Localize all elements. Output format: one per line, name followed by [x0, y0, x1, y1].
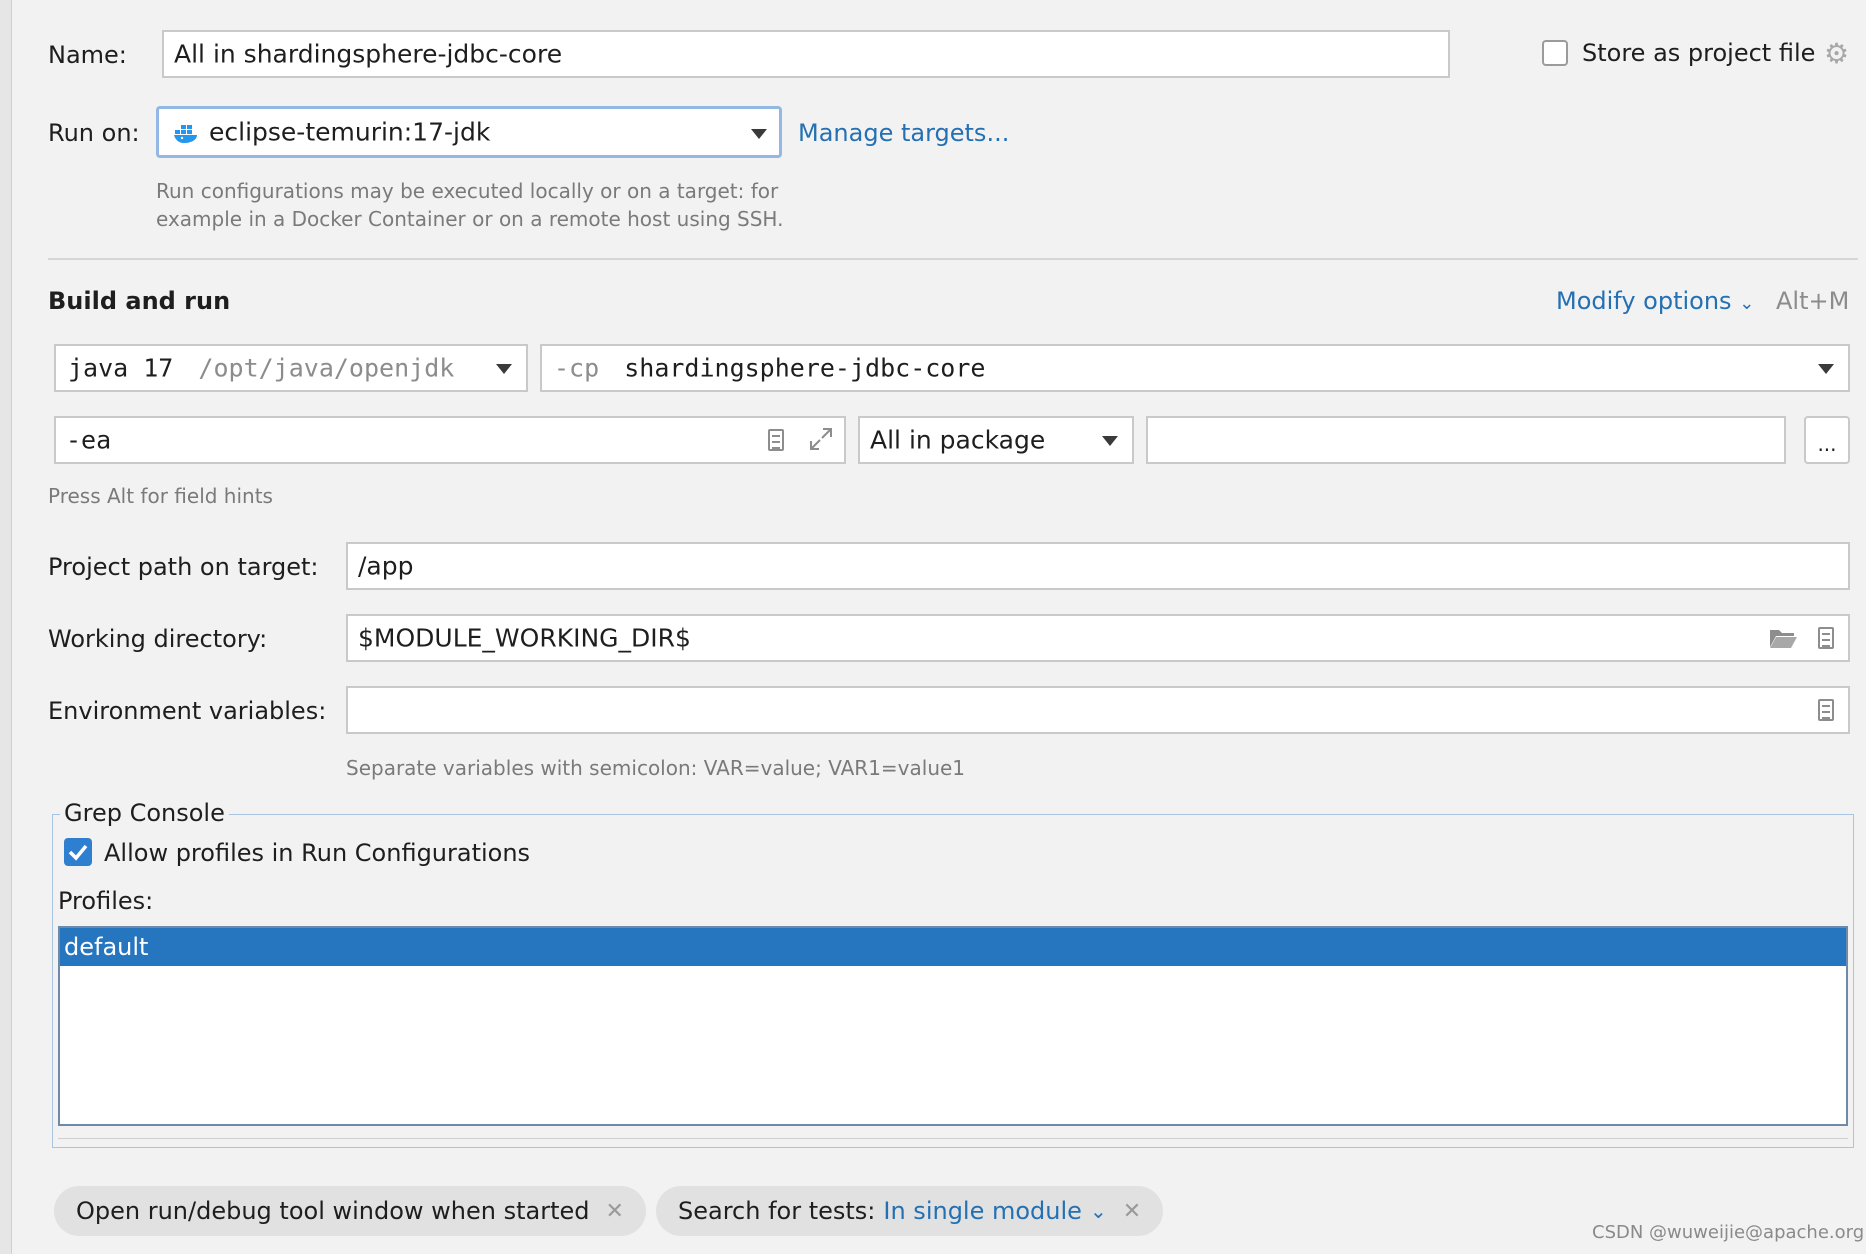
profile-name: default: [64, 933, 149, 961]
working-dir-label: Working directory:: [48, 625, 268, 653]
jdk-name: java 17: [68, 353, 174, 383]
run-on-select[interactable]: eclipse-temurin:17-jdk: [156, 106, 782, 158]
build-and-run-title: Build and run: [48, 287, 231, 315]
gear-icon[interactable]: ⚙: [1824, 40, 1852, 68]
test-kind-select[interactable]: All in package: [858, 416, 1134, 464]
open-tool-window-label: Open run/debug tool window when started: [76, 1197, 590, 1225]
modify-options-link[interactable]: Modify options ⌄: [1556, 286, 1754, 319]
modify-options-shortcut: Alt+M: [1776, 287, 1850, 315]
name-value: All in shardingsphere-jdbc-core: [174, 39, 563, 69]
chevron-down-icon: [496, 364, 512, 374]
left-edge-panel: [0, 0, 12, 1254]
name-field[interactable]: All in shardingsphere-jdbc-core: [162, 30, 1450, 78]
section-separator: [48, 258, 1858, 260]
chevron-down-icon: ⌄: [1739, 293, 1755, 314]
chevron-down-icon: [751, 129, 767, 139]
browse-button-label: ...: [1817, 432, 1837, 456]
run-on-hint-line1: Run configurations may be executed local…: [156, 179, 779, 203]
jdk-path: /opt/java/openjdk: [198, 353, 455, 383]
allow-profiles-checkbox[interactable]: [64, 838, 92, 866]
group-bottom-divider: [58, 1138, 1848, 1139]
field-hint: Press Alt for field hints: [48, 484, 273, 508]
classpath-value: shardingsphere-jdbc-core: [624, 353, 986, 383]
working-dir-field[interactable]: $MODULE_WORKING_DIR$: [346, 614, 1850, 662]
search-for-tests-chip[interactable]: Search for tests: In single module ⌄ ✕: [656, 1186, 1164, 1236]
env-vars-label: Environment variables:: [48, 697, 327, 725]
env-vars-field[interactable]: [346, 686, 1850, 734]
close-icon[interactable]: ✕: [1123, 1199, 1141, 1224]
list-item[interactable]: default: [60, 928, 1846, 966]
env-vars-hint: Separate variables with semicolon: VAR=v…: [346, 756, 966, 780]
watermark: CSDN @wuweijie@apache.org: [1592, 1222, 1865, 1243]
profiles-label: Profiles:: [58, 887, 154, 915]
package-field[interactable]: [1146, 416, 1786, 464]
run-on-label: Run on:: [48, 119, 140, 147]
jdk-select[interactable]: java 17 /opt/java/openjdk: [54, 344, 528, 392]
vm-options-field[interactable]: -ea: [54, 416, 846, 464]
project-path-label: Project path on target:: [48, 553, 319, 581]
open-tool-window-chip[interactable]: Open run/debug tool window when started …: [54, 1186, 646, 1236]
classpath-select[interactable]: -cp shardingsphere-jdbc-core: [540, 344, 1850, 392]
test-kind-value: All in package: [870, 425, 1046, 455]
profiles-list[interactable]: default: [58, 926, 1848, 1126]
chevron-down-icon: ⌄: [1089, 1199, 1107, 1223]
project-path-value: /app: [358, 551, 414, 581]
allow-profiles-label: Allow profiles in Run Configurations: [104, 839, 531, 867]
store-project-checkbox[interactable]: [1542, 40, 1568, 66]
browse-button[interactable]: ...: [1804, 416, 1850, 464]
modify-options-label: Modify options: [1556, 287, 1732, 315]
docker-icon: [173, 120, 201, 144]
grep-console-title: Grep Console: [60, 798, 229, 828]
run-on-value: eclipse-temurin:17-jdk: [209, 117, 491, 147]
manage-targets-link[interactable]: Manage targets...: [798, 118, 1009, 148]
document-icon[interactable]: [768, 429, 784, 451]
working-dir-value: $MODULE_WORKING_DIR$: [358, 623, 691, 653]
project-path-field[interactable]: /app: [346, 542, 1850, 590]
chevron-down-icon: [1818, 364, 1834, 374]
document-icon[interactable]: [1818, 627, 1834, 649]
vm-options-value: -ea: [66, 425, 112, 455]
folder-icon[interactable]: [1768, 626, 1798, 650]
search-for-tests-label: Search for tests:: [678, 1197, 876, 1225]
chevron-down-icon: [1102, 436, 1118, 446]
close-icon[interactable]: ✕: [606, 1199, 624, 1224]
expand-icon[interactable]: [808, 426, 834, 452]
search-for-tests-value[interactable]: In single module: [883, 1197, 1082, 1225]
classpath-prefix: -cp: [554, 353, 600, 383]
document-icon[interactable]: [1818, 699, 1834, 721]
run-on-hint-line2: example in a Docker Container or on a re…: [156, 207, 784, 231]
name-label: Name:: [48, 41, 127, 69]
store-project-label: Store as project file: [1582, 39, 1816, 67]
